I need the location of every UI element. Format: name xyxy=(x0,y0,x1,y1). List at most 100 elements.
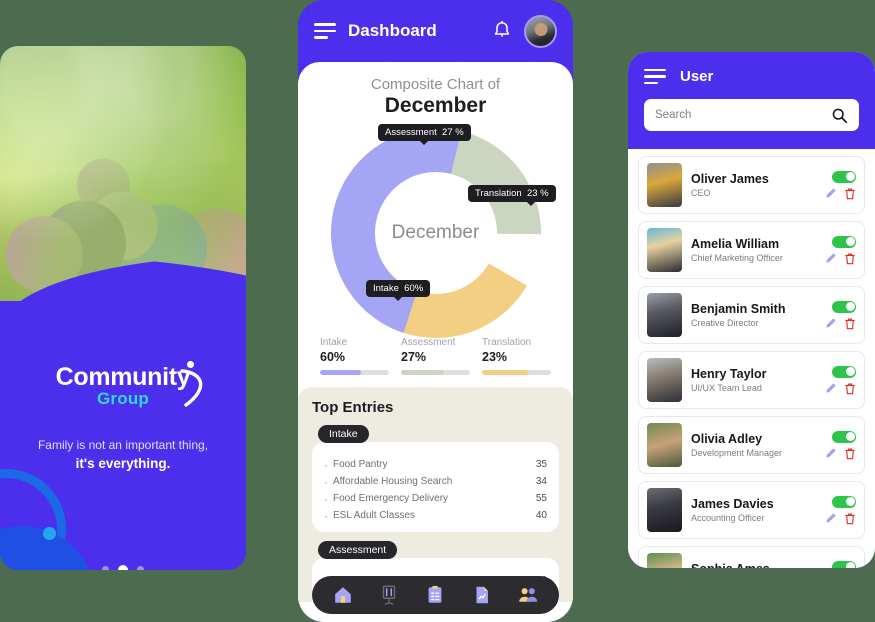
pencil-icon[interactable] xyxy=(825,252,837,264)
carousel-dot-2-active[interactable] xyxy=(118,564,128,570)
search-bar[interactable] xyxy=(644,99,859,131)
stat-intake: Intake 60% xyxy=(320,337,389,375)
user-role: UI/UX Team Lead xyxy=(691,383,762,394)
page-title: User xyxy=(680,68,714,85)
status-toggle[interactable] xyxy=(832,430,856,443)
status-toggle[interactable] xyxy=(832,170,856,183)
trash-icon[interactable] xyxy=(844,252,856,265)
user-name: Amelia William xyxy=(691,236,780,251)
tagline: Family is not an important thing, it's e… xyxy=(0,437,246,474)
user-list-card: User Oliver James CEO xyxy=(628,52,875,568)
user-name: James Davies xyxy=(691,496,774,511)
stat-translation-value: 23% xyxy=(482,350,508,364)
trash-icon[interactable] xyxy=(844,447,856,460)
trash-icon[interactable] xyxy=(844,512,856,525)
trash-icon[interactable] xyxy=(844,187,856,200)
home-icon[interactable] xyxy=(332,584,354,606)
stat-intake-bar xyxy=(320,370,389,375)
table-row[interactable]: Olivia Adley Development Manager xyxy=(638,416,865,474)
logo-secondary-text: Group xyxy=(0,361,246,409)
user-info: Oliver James CEO xyxy=(691,172,816,198)
user-avatar[interactable] xyxy=(524,14,557,48)
entry-name: Food Pantry xyxy=(333,459,388,470)
status-toggle[interactable] xyxy=(832,365,856,378)
user-role: CEO xyxy=(691,188,711,199)
table-row[interactable]: Oliver James CEO xyxy=(638,156,865,214)
brand-logo: Community Group xyxy=(0,361,246,409)
table-row[interactable]: Amelia William Chief Marketing Officer xyxy=(638,221,865,279)
list-item[interactable]: · ESL Adult Classes 40 xyxy=(324,507,547,524)
stat-assessment-bar xyxy=(401,370,470,375)
donut-chart: December Assessment 27 % Translation 23 … xyxy=(298,118,573,338)
list-item[interactable]: · Food Pantry 35 xyxy=(324,456,547,473)
trash-icon[interactable] xyxy=(844,317,856,330)
search-input[interactable] xyxy=(655,109,831,121)
bottom-nav xyxy=(312,576,559,614)
user-name: Benjamin Smith xyxy=(691,301,786,316)
trash-icon[interactable] xyxy=(844,382,856,395)
logo-dot-icon xyxy=(187,361,194,368)
hamburger-icon[interactable] xyxy=(314,23,336,39)
top-entries-heading: Top Entries xyxy=(312,399,394,416)
entry-value: 40 xyxy=(535,510,547,521)
row-actions xyxy=(825,235,856,265)
entry-group-tag-assessment: Assessment xyxy=(318,541,398,559)
hamburger-icon[interactable] xyxy=(644,68,666,85)
callout-intake: Intake 60% xyxy=(366,280,431,297)
row-actions xyxy=(825,430,856,460)
user-info: Benjamin Smith Creative Director xyxy=(691,302,816,328)
table-row[interactable]: Henry Taylor UI/UX Team Lead xyxy=(638,351,865,409)
easel-chart-icon[interactable] xyxy=(378,584,400,606)
status-toggle[interactable] xyxy=(832,300,856,313)
entry-group-tag-intake: Intake xyxy=(318,425,369,443)
callout-translation: Translation 23 % xyxy=(468,185,556,202)
status-toggle[interactable] xyxy=(832,495,856,508)
table-row[interactable]: Sophia Ames Area Manager xyxy=(638,546,865,568)
search-icon[interactable] xyxy=(831,107,848,124)
clipboard-list-icon[interactable] xyxy=(424,584,446,606)
pencil-icon[interactable] xyxy=(825,512,837,524)
table-row[interactable]: Benjamin Smith Creative Director xyxy=(638,286,865,344)
stat-intake-label: Intake xyxy=(320,337,348,348)
chart-heading: Composite Chart of December xyxy=(298,62,573,118)
user-role: Chief Marketing Officer xyxy=(691,253,783,264)
bell-icon[interactable] xyxy=(492,20,512,42)
pencil-icon[interactable] xyxy=(825,187,837,199)
entry-value: 55 xyxy=(535,493,547,504)
stat-assessment-label: Assessment xyxy=(401,337,456,348)
chart-title: December xyxy=(384,94,487,117)
user-header: User xyxy=(628,52,875,149)
row-action-icons xyxy=(825,512,856,525)
entry-name: ESL Adult Classes xyxy=(333,510,415,521)
user-name: Oliver James xyxy=(691,171,769,186)
user-info: James Davies Accounting Officer xyxy=(691,497,816,523)
pencil-icon[interactable] xyxy=(825,317,837,329)
pencil-icon[interactable] xyxy=(825,382,837,394)
row-action-icons xyxy=(825,382,856,395)
row-actions xyxy=(825,495,856,525)
pencil-icon[interactable] xyxy=(825,447,837,459)
user-role: Development Manager xyxy=(691,448,783,459)
status-toggle[interactable] xyxy=(832,235,856,248)
row-action-icons xyxy=(825,317,856,330)
people-icon[interactable] xyxy=(517,584,539,606)
user-role: Creative Director xyxy=(691,318,759,329)
report-document-icon[interactable] xyxy=(471,584,493,606)
avatar xyxy=(647,293,682,337)
carousel-dot-3[interactable] xyxy=(137,566,144,570)
entry-value: 34 xyxy=(535,476,547,487)
status-toggle[interactable] xyxy=(832,560,856,568)
avatar xyxy=(647,423,682,467)
user-header-top: User xyxy=(644,68,859,85)
carousel-dot-1[interactable] xyxy=(102,566,109,570)
row-actions xyxy=(825,170,856,200)
stat-intake-value: 60% xyxy=(320,350,346,364)
list-item[interactable]: · Food Emergency Delivery 55 xyxy=(324,490,547,507)
user-role: Accounting Officer xyxy=(691,513,765,524)
row-action-icons xyxy=(825,447,856,460)
table-row[interactable]: James Davies Accounting Officer xyxy=(638,481,865,539)
list-item[interactable]: · Affordable Housing Search 34 xyxy=(324,473,547,490)
stat-assessment: Assessment 27% xyxy=(401,337,470,375)
carousel-pagination[interactable] xyxy=(0,564,246,570)
top-entries-panel: Top Entries Intake · Food Pantry 35 · Af… xyxy=(298,387,573,614)
